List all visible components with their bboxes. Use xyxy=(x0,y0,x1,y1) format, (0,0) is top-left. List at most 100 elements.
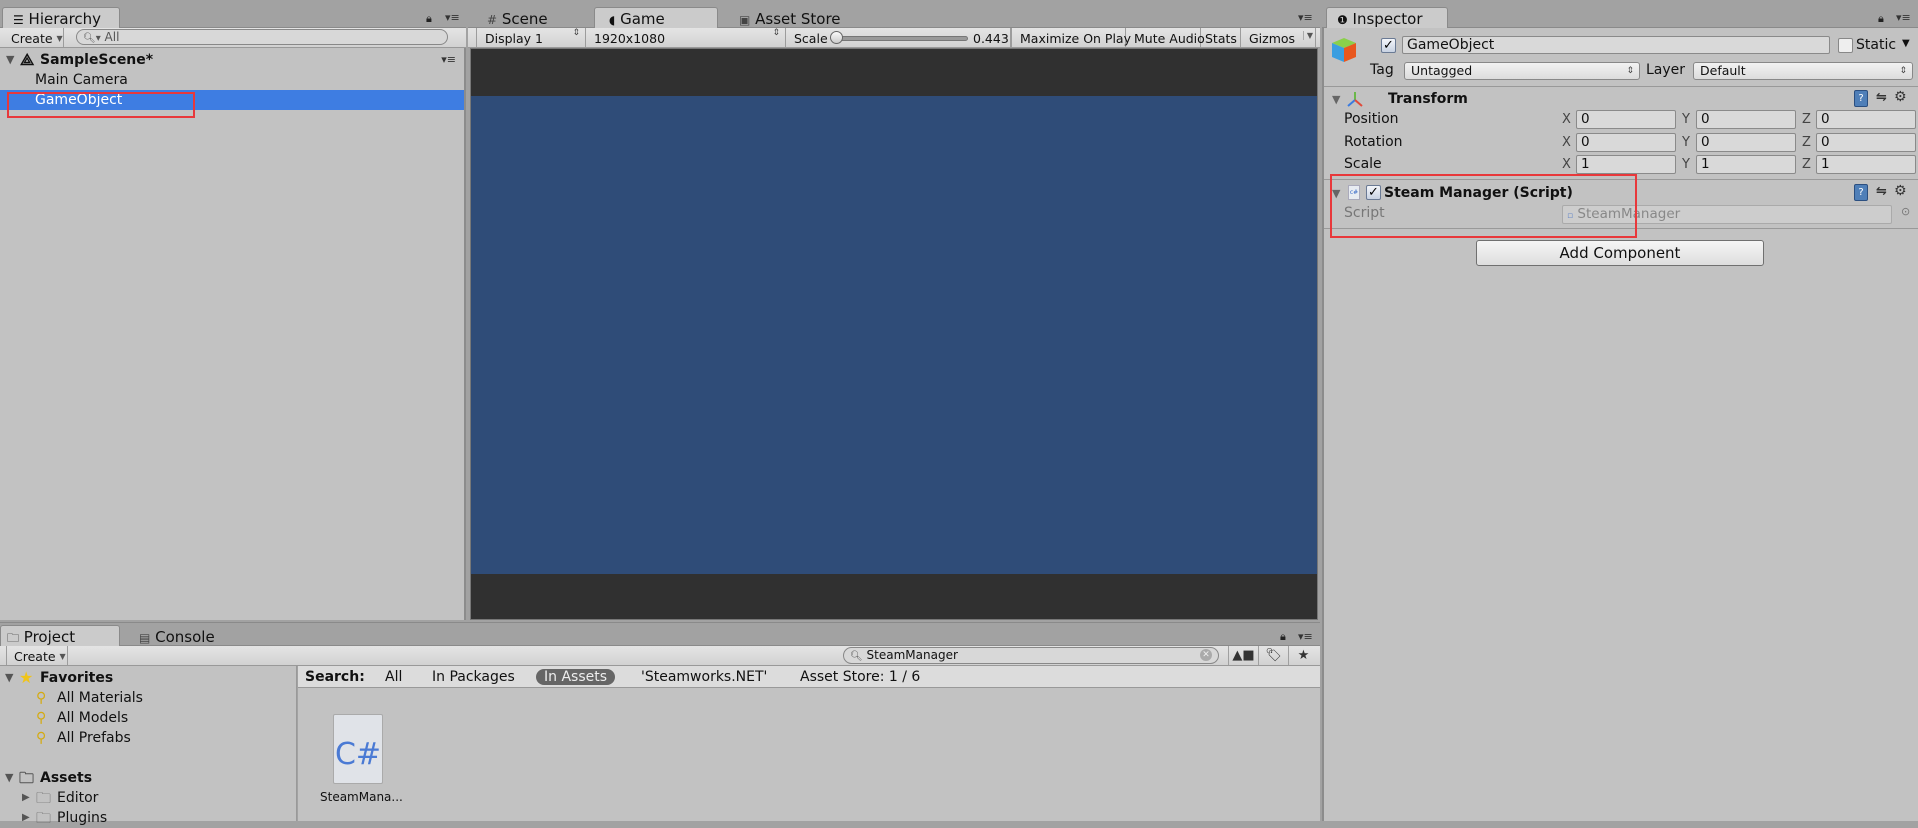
mute-audio-button[interactable]: Mute Audio xyxy=(1126,28,1205,47)
add-component-button[interactable]: Add Component xyxy=(1476,240,1764,266)
hierarchy-search-input[interactable]: 🔍︎▾ All xyxy=(76,29,448,45)
bag-icon: ▣ xyxy=(739,13,751,27)
scale-slider-track[interactable] xyxy=(834,36,968,41)
scale-y-input[interactable]: 1 xyxy=(1696,155,1796,174)
search-filter-icon: ⚲ xyxy=(36,730,47,746)
panel-menu-icon[interactable]: ▾≡ xyxy=(1298,11,1313,24)
scene-row[interactable]: ▼ ⟁ SampleScene* ▾≡ xyxy=(0,50,464,70)
scale-z-input[interactable]: 1 xyxy=(1816,155,1916,174)
gameobject-name-input[interactable]: GameObject xyxy=(1402,36,1830,54)
filter-by-label-button[interactable]: 🏷︎ xyxy=(1258,646,1288,665)
static-dropdown-icon[interactable]: ▼ xyxy=(1902,38,1910,49)
updown-arrows-icon: ⇕ xyxy=(1626,66,1634,76)
project-content: Search: All In Packages In Assets 'Steam… xyxy=(298,666,1320,821)
position-x-input[interactable]: 0 xyxy=(1576,110,1676,129)
expand-arrow-icon[interactable]: ▼ xyxy=(6,50,14,70)
updown-arrows-icon: ⇕ xyxy=(572,28,580,38)
scope-steamworks[interactable]: 'Steamworks.NET' xyxy=(641,666,767,688)
scene-menu-icon[interactable]: ▾≡ xyxy=(441,50,456,70)
scope-in-assets[interactable]: In Assets xyxy=(536,669,616,685)
tab-console[interactable]: ▤ Console xyxy=(128,625,248,647)
preset-icon[interactable]: ⇋ xyxy=(1876,90,1887,105)
asset-store-count[interactable]: Asset Store: 1 / 6 xyxy=(800,666,920,688)
favorite-item[interactable]: ⚲ All Materials xyxy=(0,688,296,708)
hierarchy-item-main-camera[interactable]: Main Camera xyxy=(0,70,464,90)
rotation-z-input[interactable]: 0 xyxy=(1816,133,1916,152)
gear-icon[interactable]: ⚙ xyxy=(1894,89,1907,105)
resolution-dropdown[interactable]: 1920x1080 ⇕ xyxy=(586,28,786,47)
project-tree: ▼ ★ Favorites ⚲ All Materials ⚲ All Mode… xyxy=(0,666,297,827)
preset-icon[interactable]: ⇋ xyxy=(1876,184,1887,199)
favorite-search-button[interactable]: ★ xyxy=(1288,646,1318,665)
tab-project[interactable]: 🗀 Project xyxy=(0,625,120,647)
static-label: Static xyxy=(1856,37,1897,53)
assets-row[interactable]: ▼ 🗀 Assets xyxy=(0,768,296,788)
scope-in-packages[interactable]: In Packages xyxy=(432,666,515,688)
help-book-icon[interactable]: ? xyxy=(1854,90,1868,107)
position-z-input[interactable]: 0 xyxy=(1816,110,1916,129)
static-checkbox[interactable] xyxy=(1838,38,1853,53)
lock-icon[interactable]: 🔒︎ xyxy=(1280,630,1286,644)
lock-icon[interactable]: 🔒︎ xyxy=(426,12,432,26)
help-book-icon[interactable]: ? xyxy=(1854,184,1868,201)
search-icon: 🔍︎▾ xyxy=(83,33,101,44)
panel-menu-icon[interactable]: ▾≡ xyxy=(1896,11,1911,24)
object-picker-icon[interactable]: ⊙ xyxy=(1901,205,1910,218)
tab-inspector[interactable]: ❶ Inspector xyxy=(1326,7,1448,29)
filter-by-type-button[interactable]: ▲■ xyxy=(1228,646,1258,665)
asset-folder-item[interactable]: ▶ 🗀 Editor xyxy=(0,788,296,808)
hierarchy-create-button[interactable]: Create ▼ xyxy=(4,28,64,47)
axis-y-label: Y xyxy=(1682,112,1690,127)
rotation-x-input[interactable]: 0 xyxy=(1576,133,1676,152)
dropdown-caret-icon: ▼ xyxy=(59,652,66,661)
axis-z-label: Z xyxy=(1802,112,1811,127)
panel-menu-icon[interactable]: ▾≡ xyxy=(445,11,460,24)
hierarchy-panel: ☰ Hierarchy 🔒︎ ▾≡ Create ▼ 🔍︎▾ All ▼ ⟁ Sa… xyxy=(0,0,466,620)
gear-icon[interactable]: ⚙ xyxy=(1894,183,1907,199)
rotation-y-input[interactable]: 0 xyxy=(1696,133,1796,152)
panel-menu-icon[interactable]: ▾≡ xyxy=(1298,630,1313,643)
axis-z-label: Z xyxy=(1802,157,1811,172)
tab-asset-store[interactable]: ▣ Asset Store xyxy=(728,7,868,29)
search-icon: 🔍︎ xyxy=(850,651,863,662)
expand-arrow-icon[interactable]: ▼ xyxy=(5,668,13,688)
folder-icon: 🗀 xyxy=(36,809,52,827)
favorites-row[interactable]: ▼ ★ Favorites xyxy=(0,668,296,688)
axis-x-label: X xyxy=(1562,157,1571,172)
dropdown-caret-icon[interactable]: ▼ xyxy=(1302,31,1313,40)
tag-label: Tag xyxy=(1370,62,1394,78)
axis-x-label: X xyxy=(1562,112,1571,127)
lock-icon[interactable]: 🔒︎ xyxy=(1878,12,1884,26)
console-icon: ▤ xyxy=(139,631,151,645)
tab-game[interactable]: ◖ Game xyxy=(594,7,718,29)
stats-button[interactable]: Stats xyxy=(1201,28,1241,47)
scale-x-input[interactable]: 1 xyxy=(1576,155,1676,174)
asset-item[interactable]: C# SteamMana... xyxy=(320,704,403,804)
gameobject-active-checkbox[interactable]: ✓ xyxy=(1381,38,1396,53)
favorite-item[interactable]: ⚲ All Prefabs xyxy=(0,728,296,748)
folder-icon: 🗀 xyxy=(19,769,35,787)
gizmos-button[interactable]: Gizmos ▼ xyxy=(1241,28,1316,47)
tab-scene[interactable]: # Scene xyxy=(476,7,591,29)
layer-dropdown[interactable]: Default ⇕ xyxy=(1693,62,1913,80)
maximize-on-play-button[interactable]: Maximize On Play xyxy=(1011,28,1131,47)
position-label: Position xyxy=(1344,111,1399,127)
expand-arrow-icon[interactable]: ▼ xyxy=(1332,93,1340,106)
scope-all[interactable]: All xyxy=(385,666,402,688)
tab-hierarchy[interactable]: ☰ Hierarchy xyxy=(2,7,120,29)
collapse-arrow-icon[interactable]: ▶ xyxy=(22,788,30,808)
favorite-item[interactable]: ⚲ All Models xyxy=(0,708,296,728)
project-create-button[interactable]: Create ▼ xyxy=(6,646,68,665)
project-search-input[interactable]: 🔍︎ SteamManager ✕ xyxy=(843,647,1219,664)
expand-arrow-icon[interactable]: ▼ xyxy=(5,768,13,788)
axis-y-label: Y xyxy=(1682,135,1690,150)
pacman-icon: ◖ xyxy=(609,13,616,27)
collapse-arrow-icon[interactable]: ▶ xyxy=(22,808,30,828)
tag-dropdown[interactable]: Untagged ⇕ xyxy=(1404,62,1640,80)
display-dropdown[interactable]: Display 1 ⇕ xyxy=(476,28,586,47)
game-view-canvas[interactable] xyxy=(471,96,1317,574)
asset-folder-item[interactable]: ▶ 🗀 Plugins xyxy=(0,808,296,828)
clear-search-icon[interactable]: ✕ xyxy=(1200,649,1212,661)
position-y-input[interactable]: 0 xyxy=(1696,110,1796,129)
scale-slider-thumb[interactable] xyxy=(830,31,843,44)
